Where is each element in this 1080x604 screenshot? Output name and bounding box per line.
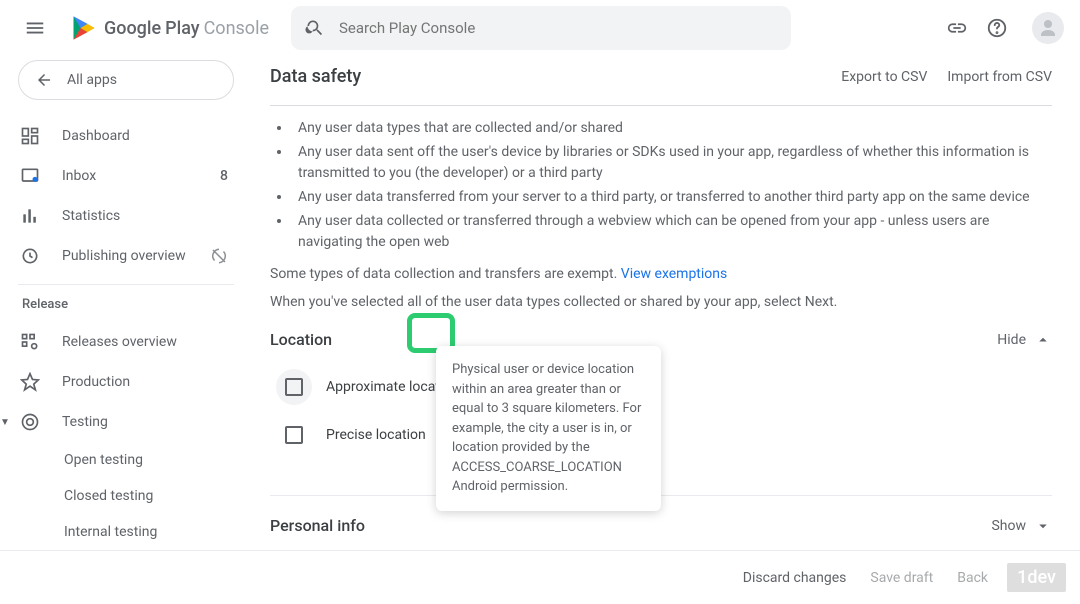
select-next-paragraph: When you've selected all of the user dat… (270, 294, 1052, 310)
play-triangle-icon (70, 14, 98, 42)
search-input[interactable] (339, 19, 777, 37)
tooltip: Physical user or device location within … (436, 346, 661, 511)
watermark: 1dev (1007, 563, 1066, 592)
all-apps-label: All apps (67, 72, 117, 88)
nav-internal-testing[interactable]: Internal testing (18, 514, 234, 550)
checkbox[interactable] (285, 426, 303, 444)
nav-publishing-overview[interactable]: Publishing overview (18, 236, 234, 276)
user-avatar[interactable] (1032, 12, 1064, 44)
import-csv-link[interactable]: Import from CSV (947, 69, 1052, 85)
logo-text-google: Google (104, 18, 161, 39)
header-actions (946, 12, 1064, 44)
location-section-header: Location Hide (270, 330, 1052, 349)
precise-location-label: Precise location (326, 427, 426, 443)
nav-label: Inbox (62, 168, 96, 184)
bullet-item: Any user data transferred from your serv… (292, 187, 1052, 209)
link-icon[interactable] (946, 17, 968, 39)
nav-inbox[interactable]: Inbox 8 (18, 156, 234, 196)
precise-location-row[interactable]: Precise location (270, 411, 1052, 459)
nav-label: Dashboard (62, 128, 130, 144)
nav-releases-overview[interactable]: Releases overview (18, 322, 234, 362)
header-bar: Google Play Console (0, 0, 1080, 56)
nav-closed-testing[interactable]: Closed testing (18, 478, 234, 514)
back-button[interactable]: Back (957, 570, 988, 586)
view-exemptions-link[interactable]: View exemptions (621, 266, 727, 282)
logo-text-console: Console (204, 18, 269, 39)
all-apps-button[interactable]: All apps (18, 60, 234, 100)
logo-text-play: Play (165, 18, 199, 39)
nav-label: Testing (62, 414, 108, 430)
inbox-icon (20, 166, 44, 186)
show-label: Show (991, 518, 1026, 534)
checkbox[interactable] (285, 378, 303, 396)
bullet-item: Any user data sent off the user's device… (292, 142, 1052, 185)
footer-bar: Discard changes Save draft Back 1dev (0, 550, 1080, 604)
discard-button[interactable]: Discard changes (743, 570, 847, 586)
inbox-count: 8 (220, 168, 228, 184)
releases-icon (20, 332, 44, 352)
logo[interactable]: Google Play Console (70, 14, 269, 42)
show-toggle[interactable]: Show (991, 517, 1052, 535)
save-draft-button[interactable]: Save draft (870, 570, 933, 586)
nav-production[interactable]: Production (18, 362, 234, 402)
chevron-down-icon (1034, 517, 1052, 535)
hide-label: Hide (997, 332, 1026, 348)
nav-label: Publishing overview (62, 248, 186, 264)
bullet-item: Any user data collected or transferred t… (292, 211, 1052, 254)
tooltip-text: Physical user or device location within … (452, 362, 641, 494)
nav-dashboard[interactable]: Dashboard (18, 116, 234, 156)
hide-toggle[interactable]: Hide (997, 331, 1052, 349)
page-title: Data safety (270, 66, 361, 87)
search-icon (305, 18, 325, 38)
dashboard-icon (20, 126, 44, 146)
nav-open-testing[interactable]: Open testing (18, 442, 234, 478)
testing-icon (20, 412, 44, 432)
help-icon[interactable] (986, 17, 1008, 39)
nav-testing[interactable]: ▼ Testing (18, 402, 234, 442)
statistics-icon (20, 206, 44, 226)
nav-label: Production (62, 374, 130, 390)
bullet-list: Any user data types that are collected a… (270, 118, 1052, 254)
release-section-label: Release (18, 284, 234, 322)
personal-info-section-header: Personal info Show (270, 516, 1052, 535)
bullet-item: Any user data types that are collected a… (292, 118, 1052, 140)
publishing-status-icon (210, 247, 228, 265)
divider (270, 105, 1052, 106)
personal-info-title: Personal info (270, 516, 365, 535)
location-title: Location (270, 330, 332, 349)
arrow-left-icon (35, 71, 53, 89)
sidebar: All apps Dashboard Inbox 8 Statistics Pu… (0, 56, 250, 604)
approx-location-row[interactable]: Approximate location (270, 363, 1052, 411)
chevron-up-icon (1034, 331, 1052, 349)
publishing-icon (20, 246, 44, 266)
caret-down-icon: ▼ (0, 417, 10, 428)
export-csv-link[interactable]: Export to CSV (841, 69, 927, 85)
nav-statistics[interactable]: Statistics (18, 196, 234, 236)
search-field[interactable] (291, 6, 791, 50)
main-content: Data safety Export to CSV Import from CS… (250, 56, 1080, 604)
production-icon (20, 372, 44, 392)
exempt-paragraph: Some types of data collection and transf… (270, 266, 1052, 282)
nav-label: Statistics (62, 208, 120, 224)
hamburger-menu-icon[interactable] (16, 9, 54, 47)
nav-label: Releases overview (62, 334, 177, 350)
